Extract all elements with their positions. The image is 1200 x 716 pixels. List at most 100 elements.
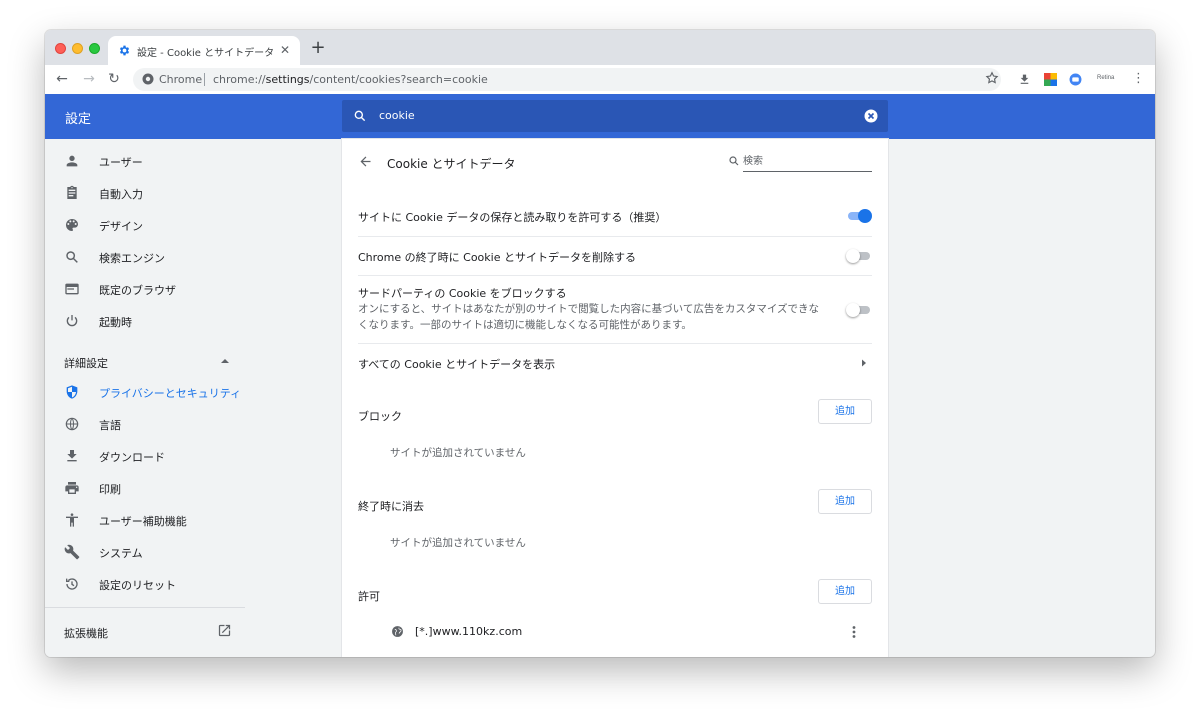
sidebar-item-privacy[interactable]: プライバシーとセキュリティ <box>45 376 342 408</box>
close-window-button[interactable] <box>55 43 66 54</box>
download-icon[interactable] <box>1018 73 1031 86</box>
new-tab-button[interactable]: + <box>309 39 327 58</box>
settings-sidebar: ユーザー 自動入力 デザイン 検索エンジン 既定のブラウザ 起動時 詳細設定 プ… <box>45 139 342 657</box>
sidebar-item-appearance[interactable]: デザイン <box>45 209 342 241</box>
sidebar-item-label: 既定のブラウザ <box>99 284 176 297</box>
omnibox-divider <box>204 73 205 86</box>
sidebar-item-label: 検索エンジン <box>99 252 165 265</box>
see-all-cookies-row[interactable]: すべての Cookie とサイトデータを表示 <box>358 343 872 382</box>
accessibility-icon <box>66 513 78 527</box>
setting-label: サイトに Cookie データの保存と読み取りを許可する（推奨） <box>358 211 667 224</box>
sidebar-item-autofill[interactable]: 自動入力 <box>45 177 342 209</box>
setting-label: サードパーティの Cookie をブロックする <box>358 287 567 300</box>
sidebar-item-users[interactable]: ユーザー <box>45 145 342 177</box>
forward-button[interactable]: → <box>81 71 97 87</box>
sidebar-item-label: プライバシーとセキュリティ <box>99 387 242 400</box>
sidebar-item-label: デザイン <box>99 220 143 233</box>
toggle-knob <box>846 249 860 263</box>
cookie-search-input[interactable] <box>743 152 872 172</box>
sidebar-item-label: システム <box>99 547 143 560</box>
apps-icon[interactable] <box>1044 73 1057 86</box>
sidebar-item-search-engine[interactable]: 検索エンジン <box>45 241 342 273</box>
sidebar-divider <box>45 607 245 608</box>
sidebar-item-startup[interactable]: 起動時 <box>45 305 342 337</box>
setting-description: オンにすると、サイトはあなたが別のサイトで閲覧した内容に基づいて広告をカスタマイ… <box>358 303 820 331</box>
tab-settings[interactable]: 設定 - Cookie とサイトデータ ✕ <box>108 36 300 65</box>
clear-on-exit-toggle[interactable] <box>846 249 872 263</box>
block-third-party-toggle[interactable] <box>846 303 872 317</box>
reload-button[interactable]: ↻ <box>106 71 122 87</box>
sidebar-item-label: 印刷 <box>99 483 121 496</box>
search-icon <box>66 251 78 263</box>
block-add-button[interactable]: 追加 <box>818 399 872 424</box>
clear-on-exit-section-label: 終了時に消去 <box>358 500 424 513</box>
settings-header: 設定 cookie <box>45 94 1155 139</box>
sidebar-item-printing[interactable]: 印刷 <box>45 472 342 504</box>
url-path: /content/cookies?search=cookie <box>309 73 488 86</box>
bookmark-star-icon[interactable] <box>985 71 999 85</box>
history-icon <box>66 578 78 590</box>
clear-on-exit-add-button[interactable]: 追加 <box>818 489 872 514</box>
url-host: settings <box>265 73 310 86</box>
back-arrow-icon[interactable] <box>358 154 373 169</box>
search-icon <box>354 110 366 122</box>
caret-up-icon[interactable] <box>220 357 230 365</box>
clear-on-exit-row[interactable]: Chrome の終了時に Cookie とサイトデータを削除する <box>358 236 872 275</box>
chevron-right-icon <box>862 359 866 367</box>
sidebar-item-accessibility[interactable]: ユーザー補助機能 <box>45 504 342 536</box>
allow-section-label: 許可 <box>358 590 380 603</box>
settings-title: 設定 <box>65 112 92 127</box>
shield-icon <box>66 385 78 399</box>
minimize-window-button[interactable] <box>72 43 83 54</box>
sidebar-item-system[interactable]: システム <box>45 536 342 568</box>
clear-search-icon[interactable] <box>864 109 878 123</box>
clear-on-exit-empty-text: サイトが追加されていません <box>390 537 526 549</box>
sidebar-item-label: 起動時 <box>99 316 132 329</box>
sidebar-item-label: ユーザー <box>99 156 143 169</box>
person-icon <box>66 155 78 167</box>
retina-extension-icon[interactable]: Retina <box>1097 75 1114 81</box>
globe-icon <box>392 626 403 637</box>
chrome-page-icon <box>142 73 154 85</box>
sidebar-item-downloads[interactable]: ダウンロード <box>45 440 342 472</box>
block-third-party-row[interactable]: サードパーティの Cookie をブロックする オンにすると、サイトはあなたが別… <box>358 275 872 343</box>
search-icon <box>729 156 739 166</box>
tab-close-icon[interactable]: ✕ <box>278 43 292 57</box>
settings-search-bar[interactable]: cookie <box>342 100 888 132</box>
more-actions-icon[interactable] <box>847 625 861 639</box>
menu-icon[interactable]: ⋮ <box>1132 71 1145 86</box>
advanced-section-label[interactable]: 詳細設定 <box>64 355 108 371</box>
url-scheme: chrome:// <box>213 73 266 86</box>
sidebar-item-languages[interactable]: 言語 <box>45 408 342 440</box>
setting-label: Chrome の終了時に Cookie とサイトデータを削除する <box>358 251 636 264</box>
zoom-window-button[interactable] <box>89 43 100 54</box>
clipboard-icon <box>67 185 77 199</box>
block-section-label: ブロック <box>358 410 402 423</box>
cookie-settings-card: Cookie とサイトデータ サイトに Cookie データの保存と読み取りを許… <box>342 139 888 657</box>
open-in-new-icon[interactable] <box>217 623 232 638</box>
browser-window: 設定 - Cookie とサイトデータ ✕ + ← → ↻ Chrome chr… <box>45 30 1155 657</box>
address-bar[interactable]: Chrome chrome://settings/content/cookies… <box>133 68 1001 91</box>
tab-strip: 設定 - Cookie とサイトデータ ✕ + <box>45 30 1155 65</box>
sidebar-item-default-browser[interactable]: 既定のブラウザ <box>45 273 342 305</box>
back-button[interactable]: ← <box>54 71 70 87</box>
download-icon <box>67 450 77 462</box>
allow-cookies-row[interactable]: サイトに Cookie データの保存と読み取りを許可する（推奨） <box>358 197 872 236</box>
see-all-cookies-label: すべての Cookie とサイトデータを表示 <box>358 358 556 371</box>
block-empty-text: サイトが追加されていません <box>390 447 526 459</box>
settings-gear-icon <box>119 45 130 56</box>
omnibox-url[interactable]: chrome://settings/content/cookies?search… <box>213 73 488 86</box>
wrench-icon <box>64 544 80 560</box>
profile-icon[interactable] <box>1069 73 1082 86</box>
allow-add-button[interactable]: 追加 <box>818 579 872 604</box>
sidebar-item-label: 自動入力 <box>99 188 143 201</box>
allow-cookies-toggle[interactable] <box>846 209 872 223</box>
power-icon <box>66 315 78 327</box>
toggle-knob <box>846 303 860 317</box>
sidebar-item-extensions[interactable]: 拡張機能 <box>64 625 108 641</box>
tab-title: 設定 - Cookie とサイトデータ <box>137 48 275 59</box>
settings-search-input[interactable]: cookie <box>379 109 415 122</box>
sidebar-item-reset[interactable]: 設定のリセット <box>45 568 342 600</box>
sidebar-item-label: ユーザー補助機能 <box>99 515 187 528</box>
allowed-site-entry: [*.]www.110kz.com <box>415 625 523 638</box>
